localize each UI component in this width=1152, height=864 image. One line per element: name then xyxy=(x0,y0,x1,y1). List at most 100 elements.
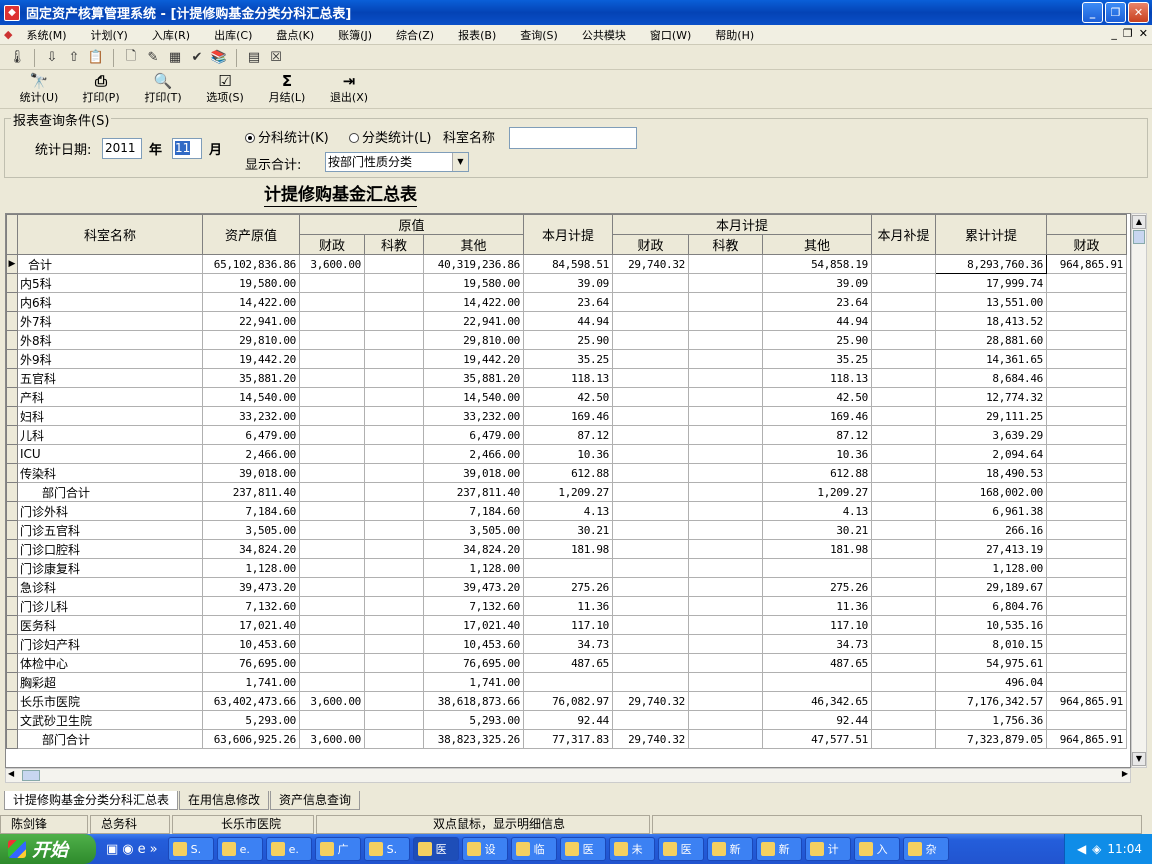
cell-mon[interactable]: 181.98 xyxy=(523,539,613,559)
cell-mfin[interactable] xyxy=(612,273,689,293)
cell-medu[interactable] xyxy=(688,406,763,426)
menu-item-7[interactable]: 报表(B) xyxy=(446,27,508,43)
cell-cfin[interactable] xyxy=(1046,558,1127,578)
cell-oth[interactable]: 38,618,873.66 xyxy=(423,691,524,711)
cell-medu[interactable] xyxy=(688,387,763,407)
cell-cfin[interactable] xyxy=(1046,463,1127,483)
cell-fin[interactable] xyxy=(299,615,365,635)
cell-supp[interactable] xyxy=(871,254,936,274)
cell-medu[interactable] xyxy=(688,349,763,369)
cell-mon[interactable]: 84,598.51 xyxy=(523,254,613,274)
header-orig[interactable]: 原值 xyxy=(299,214,524,235)
row-indicator[interactable] xyxy=(6,558,18,578)
cell-oth[interactable]: 7,132.60 xyxy=(423,596,524,616)
scroll-left-icon[interactable]: ◀ xyxy=(8,769,14,778)
cell-fin[interactable] xyxy=(299,444,365,464)
cell-mon[interactable]: 23.64 xyxy=(523,292,613,312)
cell-oth[interactable]: 38,823,325.26 xyxy=(423,729,524,749)
header-month-accr-group[interactable]: 本月计提 xyxy=(612,214,872,235)
cell-cum[interactable]: 6,961.38 xyxy=(935,501,1047,521)
cell-dept-name[interactable]: 部门合计 xyxy=(17,729,203,749)
cell-edu[interactable] xyxy=(364,691,424,711)
cell-fin[interactable] xyxy=(299,634,365,654)
hscroll-thumb[interactable] xyxy=(22,770,40,781)
cell-medu[interactable] xyxy=(688,672,763,692)
cell-cum[interactable]: 7,176,342.57 xyxy=(935,691,1047,711)
taskbar-item[interactable]: 未 xyxy=(608,837,655,861)
scroll-down-icon[interactable]: ▼ xyxy=(1132,752,1146,766)
cell-cum[interactable]: 168,002.00 xyxy=(935,482,1047,502)
cell-mfin[interactable] xyxy=(612,634,689,654)
row-indicator[interactable] xyxy=(6,482,18,502)
cell-mfin[interactable] xyxy=(612,539,689,559)
cell-mfin[interactable] xyxy=(612,710,689,730)
cell-mfin[interactable] xyxy=(612,520,689,540)
row-indicator[interactable] xyxy=(6,444,18,464)
start-button[interactable]: 开始 xyxy=(0,834,96,864)
cell-cum[interactable]: 17,999.74 xyxy=(935,273,1047,293)
cell-edu[interactable] xyxy=(364,254,424,274)
cell-medu[interactable] xyxy=(688,634,763,654)
menu-item-2[interactable]: 入库(R) xyxy=(140,27,202,43)
table-row[interactable]: 急诊科 39,473.20 39,473.20 275.26 275.26 29,189.… xyxy=(6,577,1127,597)
cell-mon[interactable] xyxy=(523,558,613,578)
cell-moth[interactable]: 35.25 xyxy=(762,349,872,369)
table-row[interactable]: ICU 2,466.00 2,466.00 10.36 10.36 2,094.64 xyxy=(6,444,1127,464)
menu-icon[interactable]: ◆ xyxy=(0,28,14,41)
table-row[interactable]: 门诊口腔科 34,824.20 34,824.20 181.98 181.98 27,41… xyxy=(6,539,1127,559)
cell-edu[interactable] xyxy=(364,653,424,673)
cell-mon[interactable]: 44.94 xyxy=(523,311,613,331)
table-row[interactable]: 内5科 19,580.00 19,580.00 39.09 39.09 17,999.74 xyxy=(6,273,1127,293)
header-cum-fin[interactable]: 财政 xyxy=(1046,234,1127,255)
cell-dept-name[interactable]: 产科 xyxy=(17,387,203,407)
cell-supp[interactable] xyxy=(871,311,936,331)
cell-asset[interactable]: 29,810.00 xyxy=(202,330,300,350)
cell-mfin[interactable] xyxy=(612,387,689,407)
cell-moth[interactable]: 612.88 xyxy=(762,463,872,483)
row-indicator[interactable] xyxy=(6,368,18,388)
cross-box-icon[interactable]: ☒ xyxy=(267,49,285,67)
menu-item-11[interactable]: 帮助(H) xyxy=(703,27,766,43)
import-icon[interactable]: ⇩ xyxy=(43,49,61,67)
menu-item-1[interactable]: 计划(Y) xyxy=(79,27,140,43)
cell-mon[interactable]: 275.26 xyxy=(523,577,613,597)
cell-fin[interactable] xyxy=(299,520,365,540)
cell-moth[interactable] xyxy=(762,672,872,692)
cell-supp[interactable] xyxy=(871,444,936,464)
new-doc-icon[interactable]: 🗋 xyxy=(122,49,140,67)
cell-supp[interactable] xyxy=(871,615,936,635)
taskbar-item[interactable]: 医 xyxy=(412,837,459,861)
cell-edu[interactable] xyxy=(364,729,424,749)
cell-oth[interactable]: 10,453.60 xyxy=(423,634,524,654)
grid-icon[interactable]: ▤ xyxy=(245,49,263,67)
header-month-other[interactable]: 其他 xyxy=(762,234,872,255)
table-row[interactable]: 胸彩超 1,741.00 1,741.00 496.04 xyxy=(6,672,1127,692)
cell-fin[interactable] xyxy=(299,596,365,616)
cell-moth[interactable]: 46,342.65 xyxy=(762,691,872,711)
header-month-edu[interactable]: 科教 xyxy=(688,234,763,255)
cell-oth[interactable]: 17,021.40 xyxy=(423,615,524,635)
exit-button[interactable]: ⇥ 退出(X) xyxy=(318,71,380,107)
cell-oth[interactable]: 2,466.00 xyxy=(423,444,524,464)
cell-supp[interactable] xyxy=(871,368,936,388)
table-row[interactable]: 文武砂卫生院 5,293.00 5,293.00 92.44 92.44 1,756.36 xyxy=(6,710,1127,730)
cell-fin[interactable] xyxy=(299,425,365,445)
row-indicator[interactable] xyxy=(6,387,18,407)
menu-item-3[interactable]: 出库(C) xyxy=(202,27,264,43)
cell-medu[interactable] xyxy=(688,330,763,350)
quicklaunch-more-icon[interactable]: » xyxy=(150,842,158,857)
print-preview-button[interactable]: 🔍 打印(T) xyxy=(132,71,194,107)
cell-mon[interactable]: 76,082.97 xyxy=(523,691,613,711)
header-orig-edu[interactable]: 科教 xyxy=(364,234,424,255)
restore-button[interactable]: ❐ xyxy=(1105,2,1126,23)
cell-asset[interactable]: 1,741.00 xyxy=(202,672,300,692)
cell-moth[interactable]: 181.98 xyxy=(762,539,872,559)
table-row[interactable]: 传染科 39,018.00 39,018.00 612.88 612.88 18,490.… xyxy=(6,463,1127,483)
menu-item-10[interactable]: 窗口(W) xyxy=(638,27,703,43)
cell-asset[interactable]: 19,442.20 xyxy=(202,349,300,369)
cell-mfin[interactable] xyxy=(612,558,689,578)
cell-oth[interactable]: 22,941.00 xyxy=(423,311,524,331)
cell-cum[interactable]: 1,756.36 xyxy=(935,710,1047,730)
cell-fin[interactable] xyxy=(299,577,365,597)
tab-0[interactable]: 计提修购基金分类分科汇总表 xyxy=(4,791,179,810)
